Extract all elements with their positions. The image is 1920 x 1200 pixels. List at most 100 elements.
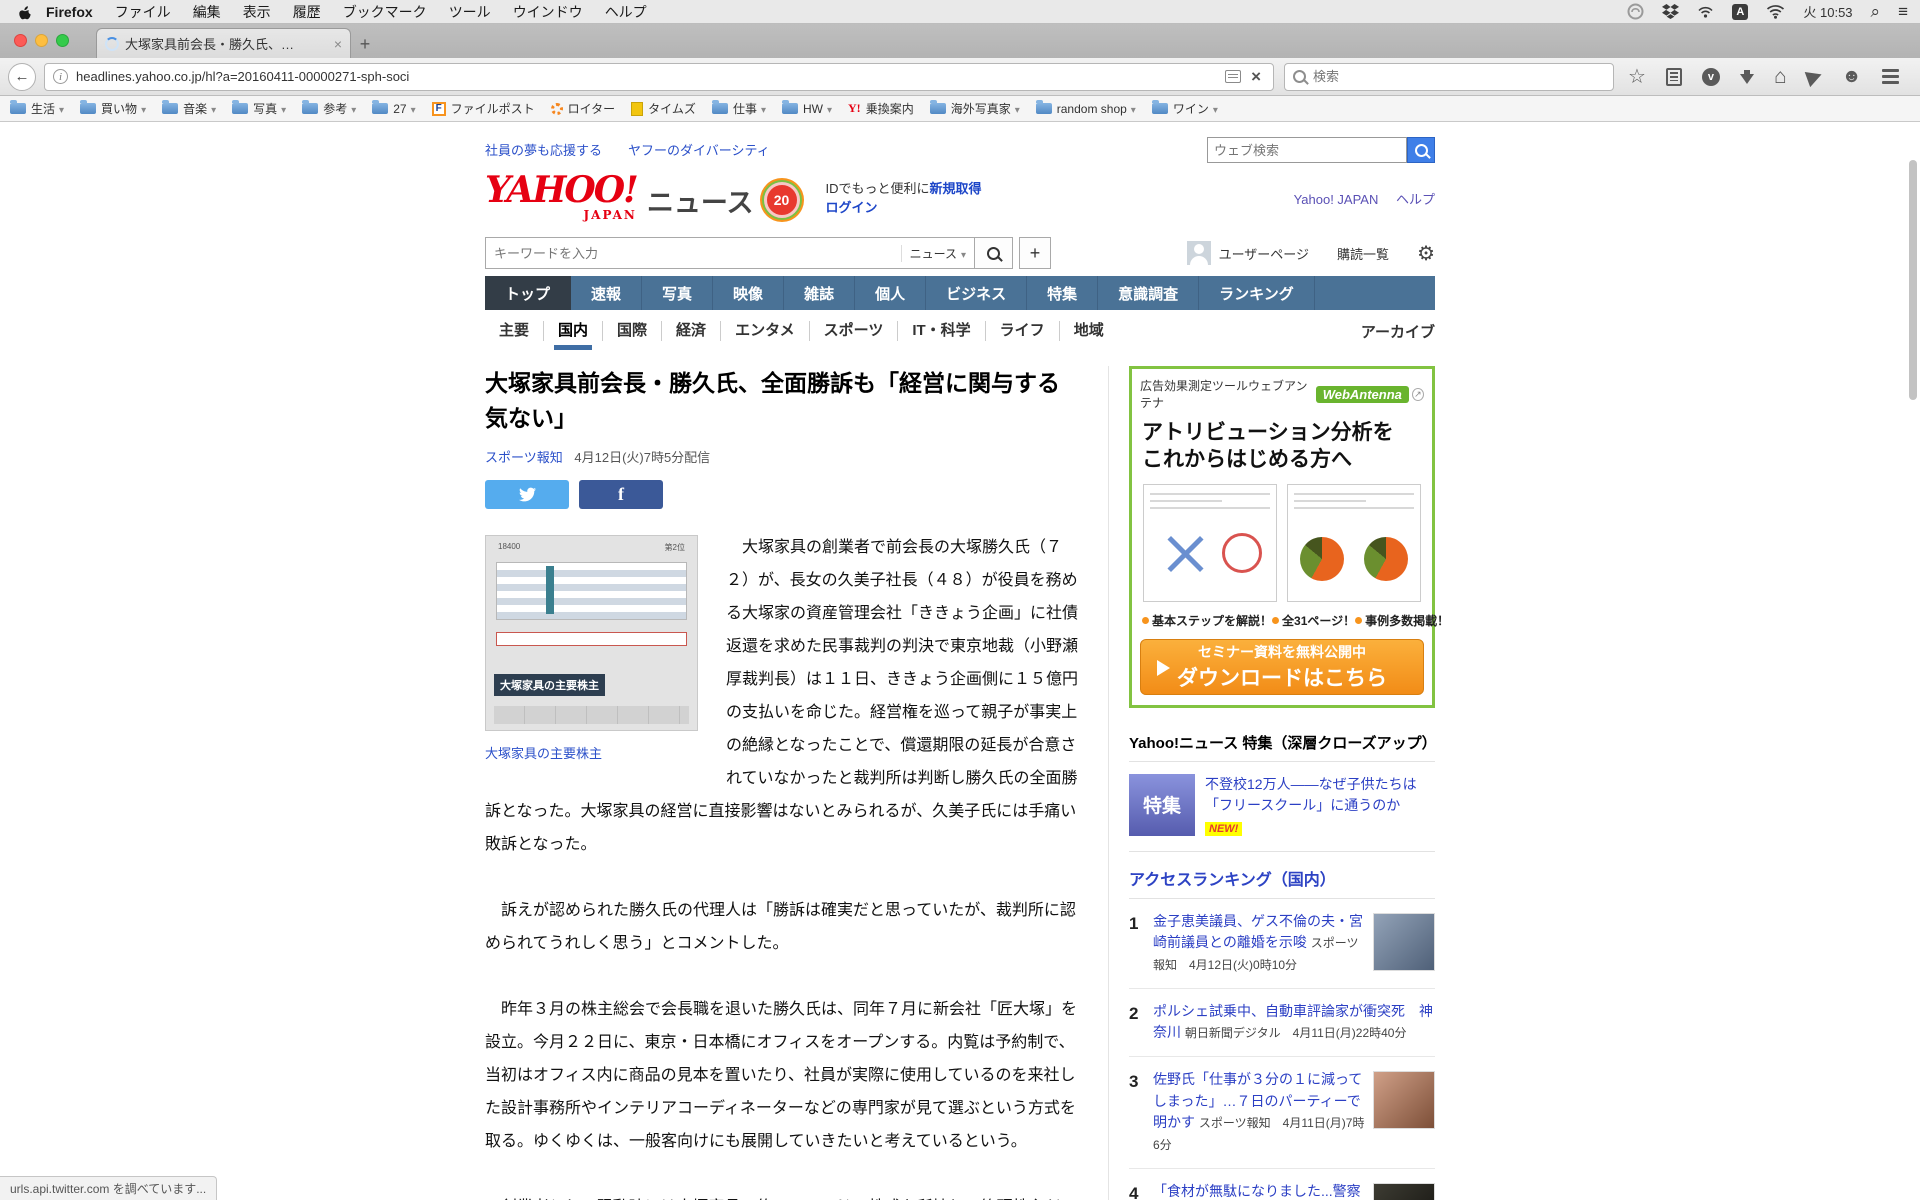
- nav-tab[interactable]: ビジネス: [926, 276, 1027, 310]
- close-window-button[interactable]: [14, 34, 27, 47]
- add-search-button[interactable]: +: [1019, 237, 1051, 269]
- browser-search-input[interactable]: [1313, 69, 1605, 84]
- subnav-tab[interactable]: 経済: [662, 321, 721, 341]
- user-page-link[interactable]: ユーザーページ: [1219, 244, 1309, 263]
- subnav-tab[interactable]: 国内: [544, 321, 603, 341]
- ranking-thumbnail[interactable]: [1373, 1183, 1435, 1200]
- stop-loading-icon[interactable]: ×: [1251, 67, 1261, 87]
- nav-tab[interactable]: 写真: [642, 276, 713, 310]
- news-search-field[interactable]: ニュース: [485, 237, 975, 269]
- url-text[interactable]: headlines.yahoo.co.jp/hl?a=20160411-0000…: [76, 69, 1215, 84]
- help-link[interactable]: ヘルプ: [1396, 192, 1435, 207]
- menu-item[interactable]: ツール: [449, 4, 491, 20]
- ranking-link[interactable]: 「食材が無駄になりました...警察行きますよ」 居酒屋をブチ切れさせた早大サーク…: [1153, 1183, 1363, 1200]
- menu-item[interactable]: 編集: [193, 4, 221, 20]
- bookmark-item[interactable]: HW: [782, 102, 832, 116]
- article-image[interactable]: 18400 第2位 大塚家具の主要株主: [485, 535, 698, 731]
- menu-item[interactable]: Firefox: [46, 4, 93, 20]
- share-icon[interactable]: [1804, 66, 1824, 86]
- nav-tab[interactable]: ランキング: [1199, 276, 1315, 310]
- subnav-tab[interactable]: 主要: [485, 321, 544, 341]
- site-info-icon[interactable]: i: [53, 69, 68, 84]
- bookmarks-sidebar-icon[interactable]: [1666, 68, 1682, 86]
- yahoo-logo[interactable]: YAHOO! JAPAN ニュース 20: [485, 174, 800, 222]
- login-link[interactable]: ログイン: [826, 200, 878, 215]
- bookmark-item[interactable]: random shop: [1036, 102, 1136, 116]
- wifi-icon[interactable]: [1766, 4, 1785, 19]
- browser-search-bar[interactable]: [1284, 63, 1614, 91]
- nav-tab[interactable]: 意識調査: [1098, 276, 1199, 310]
- menu-item[interactable]: ヘルプ: [605, 4, 647, 20]
- apple-menu-icon[interactable]: [18, 4, 32, 20]
- news-search-input[interactable]: [494, 246, 901, 261]
- bookmark-star-icon[interactable]: [1628, 67, 1646, 87]
- pocket-icon[interactable]: v: [1702, 68, 1720, 86]
- browser-tab[interactable]: 大塚家具前会長・勝久氏、… ×: [96, 28, 351, 58]
- url-bar[interactable]: i headlines.yahoo.co.jp/hl?a=20160411-00…: [44, 63, 1274, 91]
- back-button[interactable]: ←: [8, 63, 36, 91]
- nav-tab[interactable]: 雑誌: [784, 276, 855, 310]
- bookmark-item[interactable]: 海外写真家: [930, 100, 1020, 117]
- home-icon[interactable]: [1774, 66, 1787, 87]
- ranking-heading[interactable]: アクセスランキング（国内）: [1129, 866, 1435, 899]
- signup-link[interactable]: 新規取得: [930, 181, 982, 196]
- menu-item[interactable]: ブックマーク: [343, 4, 427, 20]
- bookmark-item[interactable]: 仕事: [712, 100, 766, 117]
- promo-link[interactable]: 社員の夢も応援する: [485, 143, 602, 158]
- menu-hamburger-icon[interactable]: [1882, 69, 1899, 84]
- nav-tab[interactable]: 個人: [855, 276, 926, 310]
- menubar-clock[interactable]: 火 10:53: [1803, 2, 1852, 21]
- scrollbar-thumb[interactable]: [1909, 160, 1917, 400]
- nav-tab[interactable]: 映像: [713, 276, 784, 310]
- bookmark-item[interactable]: F ファイルポスト: [432, 100, 535, 117]
- menu-item[interactable]: ファイル: [115, 4, 171, 20]
- ranking-item[interactable]: 4 「食材が無駄になりました...警察行きますよ」 居酒屋をブチ切れさせた早大サ…: [1129, 1169, 1435, 1200]
- ad-download-button[interactable]: セミナー資料を無料公開中 ダウンロードはこちら: [1140, 639, 1424, 695]
- nav-tab[interactable]: 特集: [1027, 276, 1098, 310]
- reader-mode-icon[interactable]: [1225, 70, 1241, 83]
- nav-tab[interactable]: 速報: [571, 276, 642, 310]
- bookmark-item[interactable]: ロイター: [551, 100, 616, 117]
- bookmark-item[interactable]: ワイン: [1152, 100, 1218, 117]
- ranking-item[interactable]: 1 金子恵美議員、ゲス不倫の夫・宮崎前議員との離婚を示唆 スポーツ報知 4月12…: [1129, 899, 1435, 989]
- bookmark-item[interactable]: 参考: [302, 100, 356, 117]
- subscription-link[interactable]: 購読一覧: [1337, 244, 1389, 263]
- menu-item[interactable]: 履歴: [293, 4, 321, 20]
- news-search-button[interactable]: [975, 237, 1013, 269]
- bookmark-item[interactable]: 27: [372, 102, 415, 116]
- feature-item[interactable]: 特集 不登校12万人――なぜ子供たちは「フリースクール」に通うのか NEW!: [1129, 762, 1435, 852]
- subnav-tab[interactable]: エンタメ: [721, 321, 810, 341]
- search-scope-select[interactable]: ニュース: [901, 245, 966, 262]
- web-search-button[interactable]: [1407, 137, 1435, 163]
- facebook-share-button[interactable]: f: [579, 480, 663, 509]
- new-tab-button[interactable]: +: [351, 30, 379, 58]
- bookmark-item[interactable]: 写真: [232, 100, 286, 117]
- subnav-tab[interactable]: スポーツ: [810, 321, 899, 341]
- bookmark-item[interactable]: Y! 乗換案内: [848, 100, 914, 117]
- bookmark-item[interactable]: 買い物: [80, 100, 146, 117]
- downloads-icon[interactable]: [1740, 74, 1754, 84]
- ranking-thumbnail[interactable]: [1373, 913, 1435, 971]
- ranking-thumbnail[interactable]: [1373, 1071, 1435, 1129]
- creative-cloud-icon[interactable]: [1627, 3, 1644, 20]
- spotlight-icon[interactable]: [1871, 2, 1881, 22]
- zoom-window-button[interactable]: [56, 34, 69, 47]
- archive-link[interactable]: アーカイブ: [1361, 321, 1435, 342]
- image-caption-link[interactable]: 大塚家具の主要株主: [485, 743, 698, 762]
- airport-icon[interactable]: [1697, 4, 1714, 19]
- extension-smiley-icon[interactable]: [1842, 67, 1862, 86]
- twitter-share-button[interactable]: [485, 480, 569, 509]
- settings-gear-icon[interactable]: [1417, 241, 1435, 266]
- article-source-link[interactable]: スポーツ報知: [485, 450, 563, 465]
- menu-item[interactable]: 表示: [243, 4, 271, 20]
- input-source-icon[interactable]: A: [1732, 4, 1748, 20]
- bookmark-item[interactable]: 音楽: [162, 100, 216, 117]
- notification-center-icon[interactable]: [1898, 2, 1908, 22]
- ranking-item[interactable]: 2 ポルシェ試乗中、自動車評論家が衝突死 神奈川 朝日新聞デジタル 4月11日(…: [1129, 989, 1435, 1057]
- subnav-tab[interactable]: ライフ: [986, 321, 1060, 341]
- subnav-tab[interactable]: 地域: [1060, 321, 1118, 341]
- web-search-input[interactable]: [1207, 137, 1407, 163]
- bookmark-item[interactable]: タイムズ: [631, 100, 696, 117]
- subnav-tab[interactable]: 国際: [603, 321, 662, 341]
- bookmark-item[interactable]: 生活: [10, 100, 64, 117]
